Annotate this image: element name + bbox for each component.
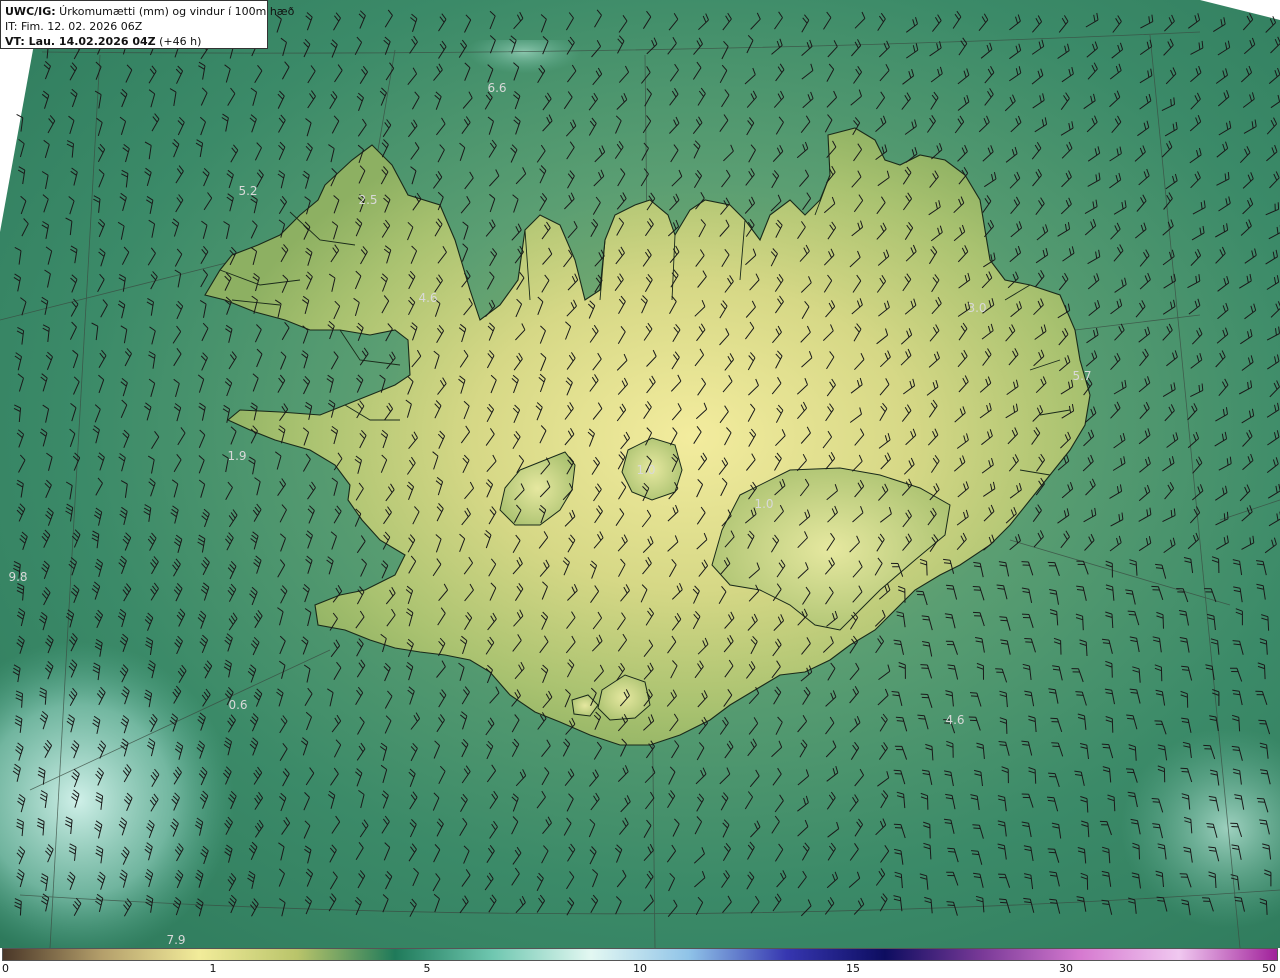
colorbar-tick-label: 30: [1059, 962, 1073, 975]
model-name: UWC/IG:: [5, 5, 56, 18]
colorbar: 0 1 5 10 15 30 50: [0, 948, 1280, 978]
init-time: IT: Fim. 12. 02. 2026 06Z: [5, 20, 143, 33]
precip-value-label: 7.9: [166, 933, 185, 947]
precip-value-label: 4.6: [418, 291, 437, 305]
colorbar-tick-label: 1: [209, 962, 217, 975]
valid-time-line: VT: Lau. 14.02.2026 04Z (+46 h): [5, 34, 263, 49]
precip-field-north: [380, 40, 700, 160]
precip-value-label: 6.6: [487, 81, 506, 95]
colorbar-tick-label: 5: [423, 962, 431, 975]
forecast-hour: (+46 h): [155, 35, 202, 48]
colorbar-strip: [2, 948, 1278, 961]
precip-value-label: 3.0: [967, 301, 986, 315]
valid-time: VT: Lau. 14.02.2026 04Z: [5, 35, 156, 48]
precip-value-label: 5.7: [1072, 369, 1091, 383]
precip-value-label: 4.6: [945, 713, 964, 727]
precip-value-label: 2.5: [358, 193, 377, 207]
precip-value-label: 1.9: [227, 449, 246, 463]
colorbar-tick-label: 10: [633, 962, 647, 975]
colorbar-tick-label: 50: [1262, 962, 1276, 975]
colorbar-tick-label: 0: [2, 962, 9, 975]
precip-value-label: 1.0: [636, 463, 655, 477]
precip-value-label: 1.0: [754, 497, 773, 511]
map-title: Úrkomumætti (mm) og vindur í 100m hæð: [55, 5, 295, 18]
precip-value-label: 5.2: [238, 184, 257, 198]
precipitation-wind-map[interactable]: 6.6 5.2 2.5 4.6 3.0 5.7 1.9 1.0 1.0 9.8 0.6 4.6 7.9: [0, 0, 1280, 948]
title-line: UWC/IG: Úrkomumætti (mm) og vindur í 100…: [5, 4, 294, 19]
precip-value-label: 9.8: [8, 570, 27, 584]
colorbar-tick-label: 15: [846, 962, 860, 975]
map-info-box: UWC/IG: Úrkomumætti (mm) og vindur í 100…: [0, 0, 294, 49]
precip-value-label: 0.6: [228, 698, 247, 712]
